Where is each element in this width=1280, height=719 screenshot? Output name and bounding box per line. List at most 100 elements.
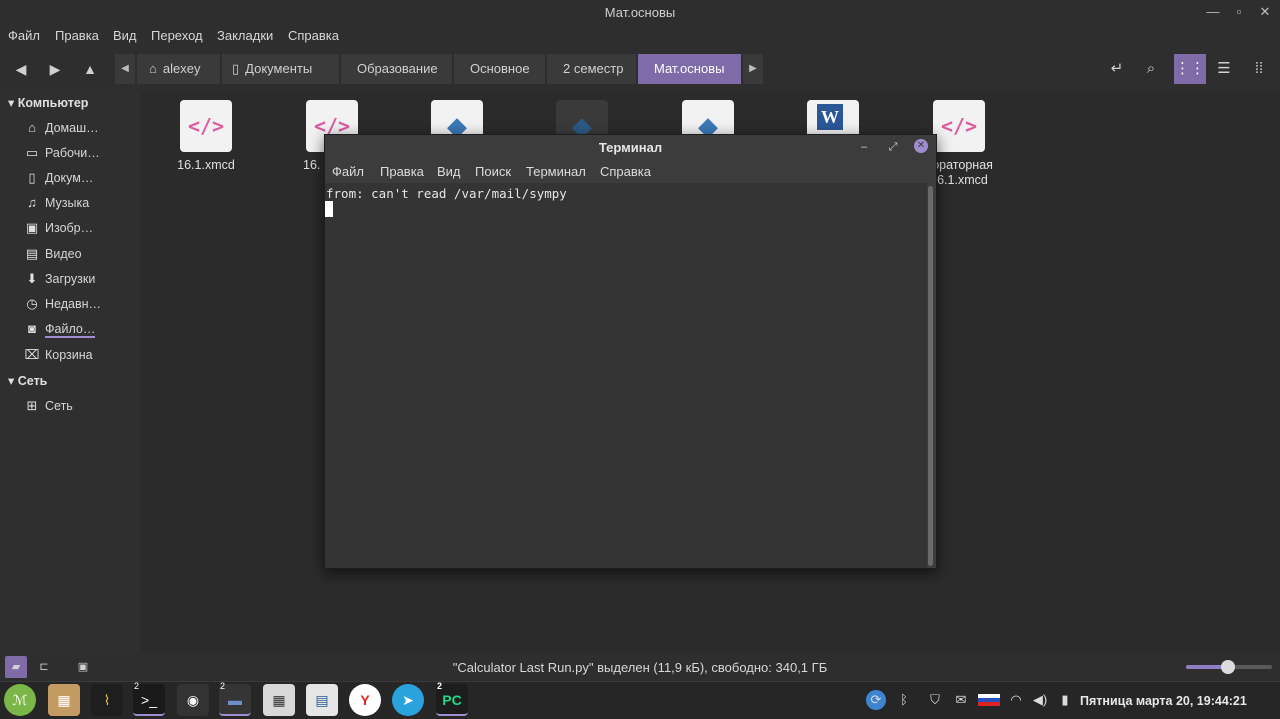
zoom-slider-handle[interactable] [1221,660,1235,674]
menu-view[interactable]: Вид [113,28,137,43]
breadcrumb-home[interactable]: ⌂ alexey [137,54,221,84]
camera-icon[interactable]: ◉ [177,684,209,716]
up-icon[interactable]: ▲ [79,58,101,80]
video-icon: ▤ [25,246,39,261]
icon-view-button[interactable]: ⋮⋮ [1174,54,1206,84]
breadcrumb-current[interactable]: Мат.основы [638,54,742,84]
home-icon: ⌂ [149,61,157,76]
sidebar-item-label: Докум… [45,171,94,185]
sidebar-item-recent[interactable]: ◷ Недавн… [24,292,134,316]
terminal-menu-terminal[interactable]: Терминал [526,164,586,179]
terminal-output-line: from: can't read /var/mail/sympy [326,186,567,201]
xmcd-file-icon: </> [180,100,232,152]
terminal-menu-file[interactable]: Файл [332,164,364,179]
breadcrumb-left-arrow[interactable]: ◀ [115,54,135,84]
file-name: 16.1.xmcd [177,158,235,172]
close-button[interactable]: ✕ [1256,3,1274,21]
pycharm-task-icon[interactable]: 2 PC [436,681,468,716]
breadcrumb-label: Документы [245,61,313,76]
system-monitor-icon[interactable]: ⌇ [91,684,123,716]
sidebar-item-label: Сеть [45,399,73,413]
task-count: 2 [437,681,443,691]
terminal-menu-help[interactable]: Справка [600,164,651,179]
sidebar-item-video[interactable]: ▤ Видео [24,242,134,266]
menu-file[interactable]: Файл [8,28,40,43]
pictures-icon: ▣ [25,220,39,235]
terminal-output-area[interactable] [325,183,927,568]
sidebar-item-label: Недавн… [45,297,101,311]
breadcrumb-right-arrow[interactable]: ▶ [743,54,763,84]
path-toggle-icon[interactable]: ↵ [1101,54,1133,84]
sidebar-item-downloads[interactable]: ⬇ Загрузки [24,267,134,291]
battery-icon[interactable]: ▮ [1055,690,1075,710]
menu-go[interactable]: Переход [151,28,203,43]
maximize-button[interactable]: ▫ [1230,3,1248,21]
files-task-icon[interactable]: 2 ▬ [219,681,251,716]
notification-icon[interactable]: ✉ [951,690,971,710]
sidebar-item-label: Изобр… [45,221,94,235]
sidebar-item-label: Домаш… [45,121,99,135]
breadcrumb-basic[interactable]: Основное [454,54,546,84]
menu-bookmarks[interactable]: Закладки [217,28,273,43]
documents-icon: ▯ [28,170,36,185]
package-manager-icon[interactable]: ▦ [48,684,80,716]
search-icon[interactable]: ⌕ [1135,54,1167,84]
terminal-close-button[interactable]: ✕ [914,139,928,153]
forward-icon[interactable]: ▶ [44,58,66,80]
menu-edit[interactable]: Правка [55,28,99,43]
clock[interactable]: Пятница марта 20, 19:44:21 [1080,694,1247,708]
list-view-button[interactable]: ☰ [1208,54,1240,84]
sidebar-item-trash[interactable]: ⌧ Корзина [24,343,134,367]
home-icon: ⌂ [28,120,36,135]
breadcrumb-education[interactable]: Образование [341,54,453,84]
back-icon[interactable]: ◀ [10,58,32,80]
telegram-icon[interactable]: ➤ [392,684,424,716]
breadcrumb-documents[interactable]: ▯ Документы [222,54,340,84]
compact-view-button[interactable]: ⁞⁞ [1243,54,1275,84]
terminal-maximize-button[interactable]: ⤢ [885,139,901,155]
terminal-menu-view[interactable]: Вид [437,164,461,179]
sidebar-item-filesystem[interactable]: ◙ Файло… [24,317,134,341]
terminal-cursor [325,201,333,217]
filesystem-icon: ◙ [28,321,36,336]
sidebar-item-documents[interactable]: ▯ Докум… [24,166,134,190]
sidebar-item-desktop[interactable]: ▭ Рабочи… [24,141,134,165]
yandex-browser-icon[interactable]: Y [349,684,381,716]
wifi-icon[interactable]: ◠ [1006,690,1026,710]
terminal-menu-edit[interactable]: Правка [380,164,424,179]
music-icon: ♫ [27,195,37,210]
sidebar-item-label: Загрузки [45,272,96,286]
mint-menu-icon[interactable]: ℳ [4,684,36,716]
trash-icon: ⌧ [24,347,40,362]
menu-help[interactable]: Справка [288,28,339,43]
breadcrumb-label: alexey [162,61,201,76]
shield-icon[interactable]: ⛉ [925,690,945,710]
file-item[interactable]: </> 16.1.xmcd [151,100,261,173]
terminal-scrollbar[interactable] [928,186,933,566]
terminal-title: Терминал [598,140,663,155]
sidebar-item-label: Музыка [45,196,90,210]
minimize-button[interactable]: — [1204,3,1222,21]
volume-icon[interactable]: ◀) [1030,690,1050,710]
sidebar-item-pictures[interactable]: ▣ Изобр… [24,216,134,240]
bluetooth-icon[interactable]: ᛒ [894,690,914,710]
breadcrumb-semester[interactable]: 2 семестр [547,54,637,84]
window-title: Мат.основы [604,5,676,20]
sidebar-section-network[interactable]: ▾ Сеть [8,373,47,388]
keyboard-layout-flag-icon[interactable] [978,690,1000,710]
update-icon[interactable]: ⟳ [866,690,886,710]
downloads-icon: ⬇ [26,271,38,286]
terminal-task-icon[interactable]: 2 >_ [133,681,165,716]
sidebar-item-network[interactable]: ⊞ Сеть [24,394,134,418]
terminal-minimize-button[interactable]: – [856,139,872,155]
sidebar-item-label: Видео [45,247,82,261]
document-icon: ▯ [232,61,240,76]
sidebar-item-label: Корзина [45,348,93,362]
sidebar-header-label: Сеть [17,374,48,388]
sidebar-section-computer[interactable]: ▾ Компьютер [8,95,88,110]
writer-icon[interactable]: ▤ [306,684,338,716]
sidebar-item-music[interactable]: ♫ Музыка [24,191,134,215]
sidebar-item-home[interactable]: ⌂ Домаш… [24,116,134,140]
calculator-icon[interactable]: ▦ [263,684,295,716]
terminal-menu-search[interactable]: Поиск [475,164,511,179]
